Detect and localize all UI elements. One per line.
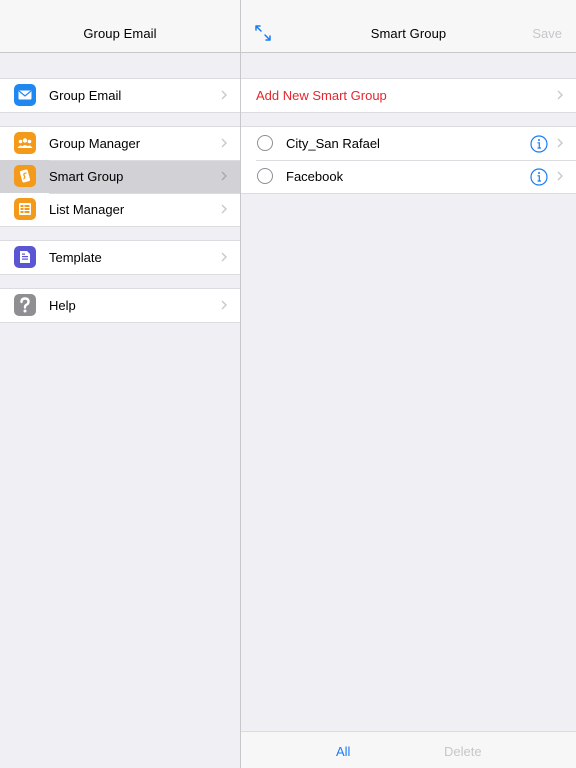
sidebar-item-smart-group[interactable]: Smart Group — [0, 160, 240, 193]
chevron-right-icon — [221, 171, 227, 181]
list-item-label: Facebook — [286, 169, 344, 184]
detail-pane: Smart Group Save Add New Smart Group Cit… — [241, 0, 576, 768]
detail-navbar: Smart Group Save — [241, 0, 576, 53]
envelope-icon — [14, 84, 36, 106]
chevron-right-icon — [557, 90, 563, 100]
select-all-button[interactable]: All — [336, 744, 350, 759]
info-icon[interactable] — [530, 168, 548, 186]
add-smart-group-label: Add New Smart Group — [256, 88, 387, 103]
select-radio[interactable] — [257, 135, 273, 151]
sidebar-item-group-manager[interactable]: Group Manager — [0, 127, 240, 160]
menu-section-help: Help — [0, 288, 240, 323]
list-item[interactable]: City_San Rafael — [241, 127, 576, 160]
people-icon — [14, 132, 36, 154]
smart-group-list: City_San Rafael Facebook — [241, 126, 576, 194]
smart-group-icon — [14, 165, 36, 187]
chevron-right-icon — [557, 171, 563, 181]
bottom-toolbar: All Delete — [241, 731, 576, 768]
add-section: Add New Smart Group — [241, 78, 576, 113]
sidebar-item-label: Group Email — [49, 88, 122, 103]
sidebar-item-label: Template — [49, 250, 102, 265]
detail-title: Smart Group — [370, 26, 447, 41]
info-icon[interactable] — [530, 135, 548, 153]
list-item-label: City_San Rafael — [286, 136, 380, 151]
sidebar-item-list-manager[interactable]: List Manager — [0, 193, 240, 226]
master-navbar: Group Email — [0, 0, 240, 53]
master-title: Group Email — [83, 26, 157, 41]
select-radio[interactable] — [257, 168, 273, 184]
sidebar-item-label: Group Manager — [49, 136, 141, 151]
list-icon — [14, 198, 36, 220]
add-smart-group-button[interactable]: Add New Smart Group — [241, 79, 576, 112]
chevron-right-icon — [221, 138, 227, 148]
sidebar-item-label: Smart Group — [49, 169, 124, 184]
template-icon — [14, 246, 36, 268]
chevron-right-icon — [221, 300, 227, 310]
chevron-right-icon — [221, 252, 227, 262]
list-item[interactable]: Facebook — [241, 160, 576, 193]
chevron-right-icon — [221, 90, 227, 100]
sidebar-item-group-email[interactable]: Group Email — [0, 79, 240, 112]
sidebar-item-template[interactable]: Template — [0, 241, 240, 274]
menu-section-groups: Group Manager Smart Group List Manager — [0, 126, 240, 227]
delete-button[interactable]: Delete — [444, 744, 482, 759]
chevron-right-icon — [557, 138, 563, 148]
menu-section-template: Template — [0, 240, 240, 275]
menu-section-main: Group Email — [0, 78, 240, 113]
save-button[interactable]: Save — [532, 26, 562, 41]
sidebar-item-label: List Manager — [49, 202, 125, 217]
master-pane: Group Email Group Email Group Manager Sm… — [0, 0, 240, 768]
sidebar-item-label: Help — [49, 298, 76, 313]
sidebar-item-help[interactable]: Help — [0, 289, 240, 322]
chevron-right-icon — [221, 204, 227, 214]
question-icon — [14, 294, 36, 316]
